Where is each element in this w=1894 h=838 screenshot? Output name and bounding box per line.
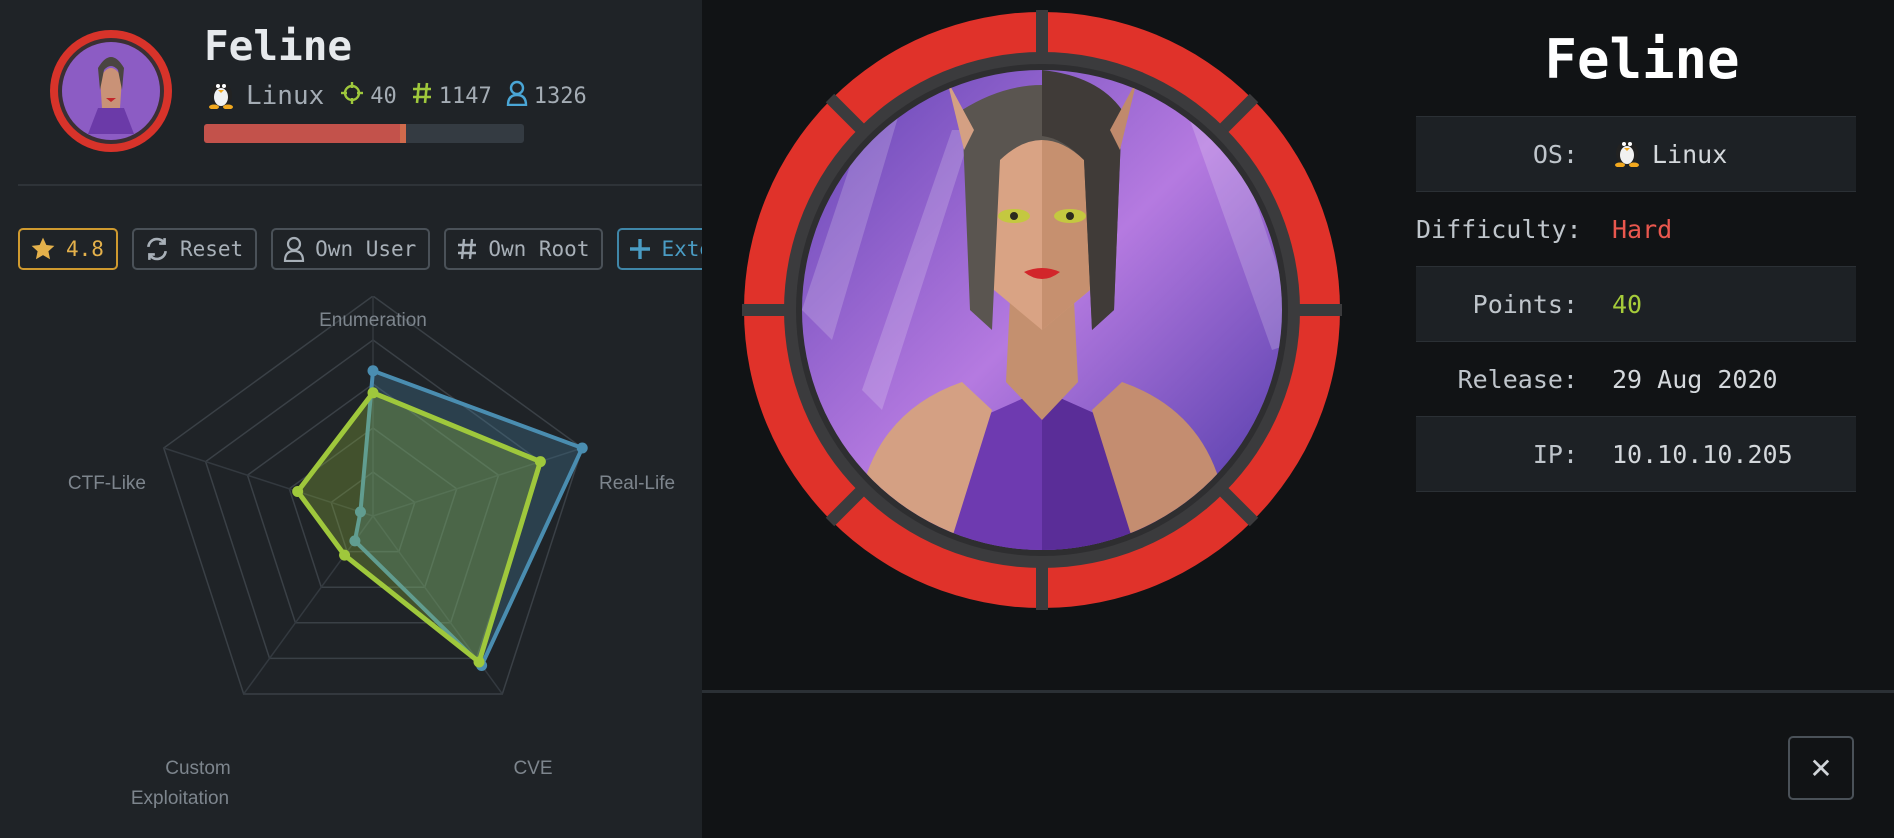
release-label: Release: [1457,364,1578,394]
os-name: Linux [246,81,325,111]
hash-icon [458,238,477,260]
close-icon: ✕ [1809,751,1833,785]
difficulty-label: Difficulty: [1416,214,1582,244]
penguin-icon [206,77,236,115]
radar-point [576,442,588,454]
own-user-button[interactable]: Own User [271,228,431,270]
radar-point [367,365,379,377]
machine-detail-modal: Feline OS: Linux Difficulty: Hard Points… [702,0,1894,838]
points-label: Points: [1472,289,1578,319]
hash-icon [411,81,433,111]
plus-icon [630,239,651,259]
reset-button[interactable]: Reset [131,228,258,270]
os-value: Linux [1612,135,1727,173]
info-row-difficulty: Difficulty: Hard [1416,191,1856,267]
ip-value: 10.10.10.205 [1612,439,1793,469]
radar-label-custom: Custom [165,758,230,779]
reset-label: Reset [179,237,244,261]
external-button[interactable]: Exten [617,228,702,270]
skills-radar-chart: Enumeration Real-Life CVE Custom Exploit… [68,296,675,809]
machine-stats: Linux 40 1147 1326 [206,78,601,114]
user-owns-count: 1326 [533,83,587,109]
points-count: 40 [370,83,397,109]
radar-label-real-life: Real-Life [599,473,675,494]
radar-label-ctf-like: CTF-Like [68,473,146,494]
radar-point [367,387,379,399]
own-user-label: Own User [315,237,417,261]
close-button[interactable]: ✕ [1788,736,1854,800]
radar-label-enumeration: Enumeration [319,310,427,331]
machine-avatar[interactable] [48,28,174,154]
action-buttons: 4.8 Reset Own User Own Root Exten [18,228,702,270]
difficulty-value: Hard [1612,214,1673,244]
modal-divider [702,690,1894,693]
machine-avatar-large [742,10,1342,610]
user-icon [284,236,305,262]
radar-point [339,549,351,561]
radar-point [534,456,546,468]
own-root-button[interactable]: Own Root [444,228,604,270]
ip-label: IP: [1532,439,1578,469]
machine-info-table: OS: Linux Difficulty: Hard Points: 40 Re… [1416,116,1856,492]
os-value-text: Linux [1652,139,1728,169]
star-icon [31,237,55,260]
progress-fill [204,124,406,143]
divider [18,184,702,186]
machine-summary-panel: Feline Linux 40 1147 1326 4.8 Reset Own … [0,0,702,838]
os-label: OS: [1532,139,1578,169]
penguin-icon [1612,135,1642,173]
machine-title: Feline [204,22,353,70]
radar-label-cve: CVE [513,758,552,779]
info-row-os: OS: Linux [1416,116,1856,192]
radar-point [292,486,304,498]
info-row-points: Points: 40 [1416,266,1856,342]
release-value: 29 Aug 2020 [1612,364,1778,394]
ownership-progress-bar [204,124,524,143]
own-root-label: Own Root [488,237,590,261]
user-icon [506,80,528,112]
external-label: Exten [661,237,702,261]
progress-fill-edge [399,124,406,143]
root-owns-count: 1147 [438,83,492,109]
target-icon [340,81,364,111]
points-value: 40 [1612,289,1643,319]
radar-label-exploitation: Exploitation [131,788,229,809]
radar-point [473,656,485,668]
rating-button[interactable]: 4.8 [18,228,118,270]
info-row-release: Release: 29 Aug 2020 [1416,341,1856,417]
rating-value: 4.8 [66,237,104,261]
refresh-icon [146,237,167,261]
modal-title: Feline [1544,28,1740,91]
info-row-ip: IP: 10.10.10.205 [1416,416,1856,492]
